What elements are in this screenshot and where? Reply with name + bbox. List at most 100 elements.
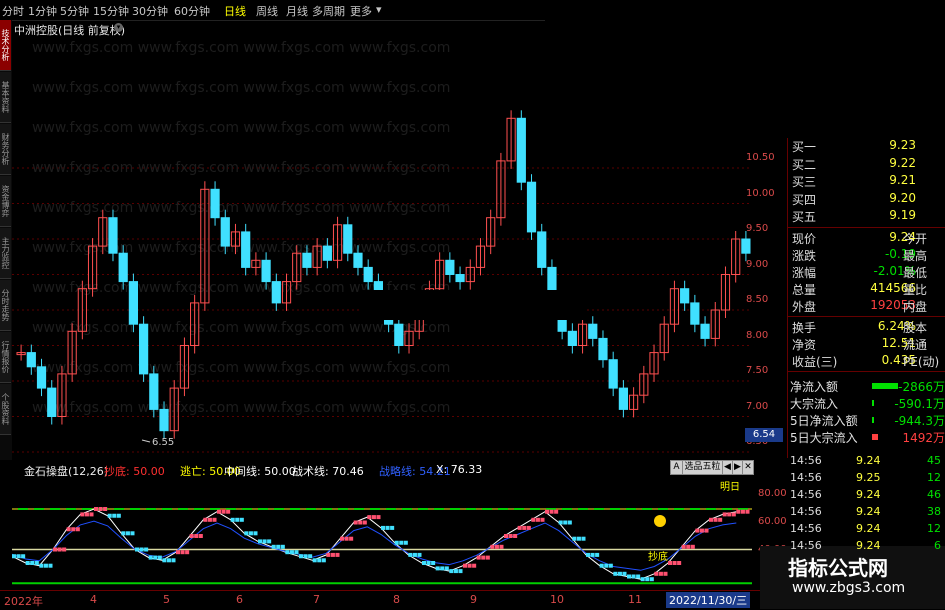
tick-time: 14:56 bbox=[790, 539, 822, 552]
price-tick: 7.50 bbox=[746, 365, 769, 376]
period-tab-10[interactable]: 更多 bbox=[350, 3, 372, 19]
oscillator-bar bbox=[422, 561, 427, 565]
bid-label: 买四 bbox=[792, 192, 817, 207]
oscillator-bar bbox=[335, 552, 340, 557]
oscillator-bar bbox=[440, 566, 445, 571]
left-tab-6[interactable]: 行情报价 bbox=[0, 332, 11, 383]
oscillator-bar bbox=[144, 547, 149, 552]
oscillator-bar bbox=[66, 527, 71, 532]
oscillator-bar bbox=[494, 544, 499, 549]
flow-row: 净流入额 -2866万 bbox=[790, 378, 945, 394]
indicator-value: 中间线: 50.00 bbox=[224, 465, 296, 478]
oscillator-bar bbox=[590, 552, 595, 557]
date-label: 6 bbox=[236, 593, 243, 606]
left-tab-2[interactable]: 财务分析 bbox=[0, 124, 11, 175]
oscillator-bar bbox=[207, 517, 212, 522]
left-tab-3[interactable]: 资金博弈 bbox=[0, 176, 11, 227]
indicator-header: 金石操盘(12,26) 抄底: 50.00 逃亡: 50.00 中间线: 50.00 战… bbox=[12, 463, 752, 479]
oscillator-bar bbox=[121, 531, 126, 536]
flow-value: -590.1万 bbox=[894, 397, 945, 411]
chevron-down-icon[interactable]: ▾ bbox=[114, 23, 123, 32]
stat-label-2: 最低 bbox=[903, 265, 928, 280]
more-dropdown-icon[interactable]: ▾ bbox=[376, 3, 382, 16]
template-button[interactable]: 选品五粒 bbox=[682, 460, 723, 475]
oscillator-bar bbox=[248, 531, 253, 536]
left-tab-5[interactable]: 分时走势 bbox=[0, 280, 11, 331]
candle-body bbox=[210, 188, 220, 219]
period-tab-3[interactable]: 15分钟 bbox=[93, 3, 129, 19]
candlestick-chart[interactable]: www.fxgs.com www.fxgs.com www.fxgs.com w… bbox=[12, 32, 752, 462]
oscillator-bar bbox=[718, 517, 723, 522]
oscillator-bar bbox=[194, 534, 199, 538]
period-tab-0[interactable]: 分时 bbox=[2, 3, 24, 19]
left-tab-1[interactable]: 基本资料 bbox=[0, 72, 11, 123]
candle-body bbox=[353, 252, 363, 268]
background-watermark-text: www.fxgs.com www.fxgs.com www.fxgs.com w… bbox=[32, 200, 450, 216]
date-label: 2022年 bbox=[4, 595, 43, 608]
oscillator-bar bbox=[654, 571, 659, 576]
period-tab-9[interactable]: 多周期 bbox=[312, 3, 345, 19]
left-tab-bar: 技术分析 基本资料 财务分析 资金博弈 主力监控 分时走势 行情报价 个股资料 bbox=[0, 20, 12, 460]
oscillator-bar bbox=[139, 547, 144, 552]
oscillator-bar bbox=[80, 512, 85, 517]
date-label: 11 bbox=[628, 593, 642, 606]
tick-volume: 12 bbox=[927, 522, 941, 535]
stat-label-2: PE(动) bbox=[903, 354, 940, 369]
left-tab-0[interactable]: 技术分析 bbox=[0, 20, 11, 71]
oscillator-bar bbox=[362, 520, 367, 525]
oscillator-bar bbox=[426, 561, 431, 565]
oscillator-bar bbox=[276, 544, 281, 549]
close-icon[interactable]: ✕ bbox=[742, 460, 754, 475]
stat-label-2: 股本 bbox=[903, 320, 928, 335]
oscillator-bar bbox=[622, 571, 627, 576]
candle-body bbox=[394, 323, 404, 347]
oscillator-bar bbox=[408, 552, 413, 557]
watermark: 指标公式网 www.zbgs3.com bbox=[760, 546, 945, 609]
bid-price: 9.20 bbox=[889, 190, 916, 205]
indicator-name[interactable]: 金石操盘(12,26) bbox=[24, 463, 108, 479]
indicator-chart[interactable]: 明日抄底 bbox=[12, 478, 752, 590]
period-tab-5[interactable]: 60分钟 bbox=[174, 3, 210, 19]
period-tab-8[interactable]: 月线 bbox=[286, 3, 308, 19]
period-tab-4[interactable]: 30分钟 bbox=[132, 3, 168, 19]
period-tab-6[interactable]: 日线 bbox=[224, 3, 246, 19]
background-watermark-text: www.fxgs.com www.fxgs.com www.fxgs.com w… bbox=[32, 40, 450, 56]
stat-label: 外盘 bbox=[792, 299, 817, 314]
oscillator-bar bbox=[681, 544, 686, 549]
price-tick: 9.50 bbox=[746, 223, 769, 234]
period-tab-7[interactable]: 周线 bbox=[256, 3, 278, 19]
oscillator-bar bbox=[258, 539, 263, 544]
candle-body bbox=[567, 330, 577, 346]
oscillator-bar bbox=[412, 552, 417, 557]
low-price-label: 6.55 bbox=[152, 437, 174, 448]
oscillator-bar bbox=[672, 561, 677, 565]
period-tab-1[interactable]: 1分钟 bbox=[28, 3, 57, 19]
left-tab-7[interactable]: 个股资料 bbox=[0, 384, 11, 435]
background-watermark-text: www.fxgs.com www.fxgs.com www.fxgs.com w… bbox=[32, 80, 450, 96]
period-tab-2[interactable]: 5分钟 bbox=[60, 3, 89, 19]
redaction-box bbox=[360, 290, 585, 320]
flow-value: 1492万 bbox=[902, 431, 945, 445]
oscillator-bar bbox=[540, 517, 545, 522]
oscillator-bar bbox=[631, 574, 636, 579]
candle-body bbox=[700, 323, 710, 339]
oscillator-bar bbox=[299, 554, 304, 559]
oscillator-bar bbox=[62, 547, 67, 552]
oscillator-bar bbox=[326, 552, 331, 557]
candle-body bbox=[241, 231, 251, 268]
oscillator-bar bbox=[499, 544, 504, 549]
tick-row: 14:56 9.24 12 bbox=[790, 522, 945, 538]
oscillator-bar bbox=[171, 558, 176, 563]
tick-price: 9.24 bbox=[856, 454, 881, 467]
divider bbox=[788, 315, 945, 317]
tick-price: 9.24 bbox=[856, 505, 881, 518]
stat-row: 现价 9.24 今开 bbox=[788, 230, 945, 246]
date-label: 7 bbox=[313, 593, 320, 606]
candle-body bbox=[618, 387, 629, 410]
oscillator-bar bbox=[581, 536, 586, 541]
flow-bar bbox=[872, 400, 875, 406]
candle-body bbox=[363, 266, 373, 283]
date-label: 9 bbox=[470, 593, 477, 606]
left-tab-4[interactable]: 主力监控 bbox=[0, 228, 11, 279]
watermark-url: www.zbgs3.com bbox=[792, 580, 906, 596]
